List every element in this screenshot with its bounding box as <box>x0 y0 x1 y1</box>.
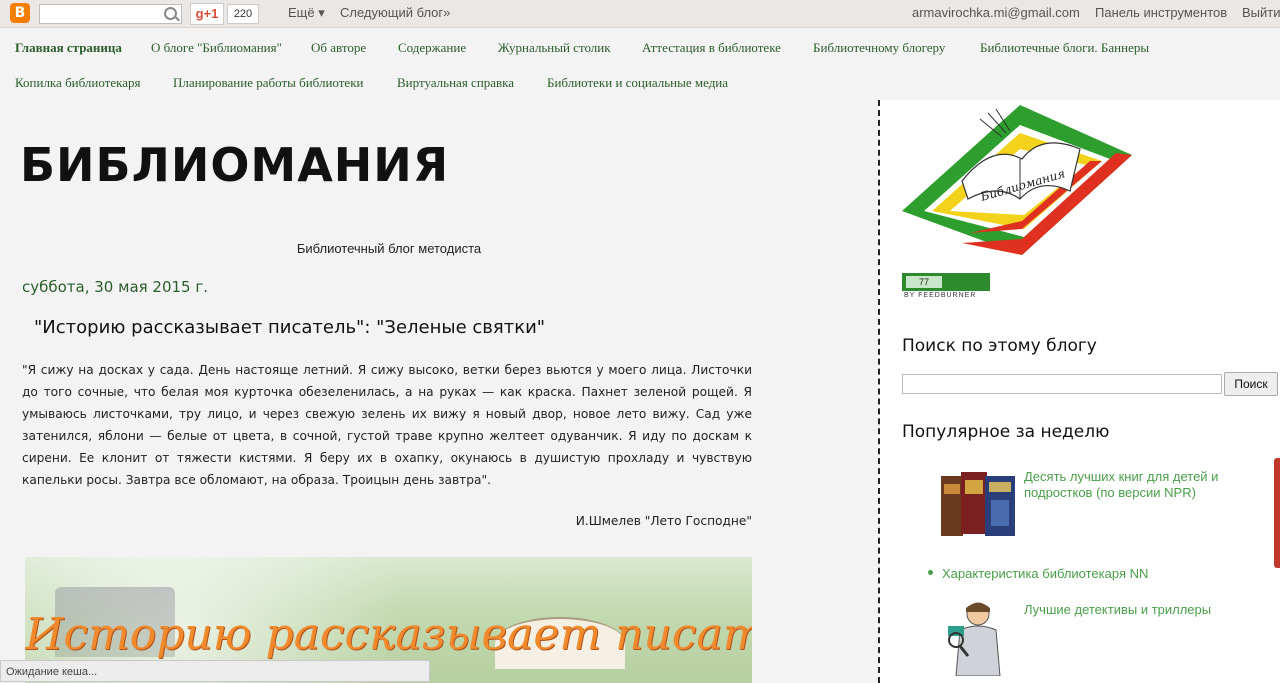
popular-widget-title: Популярное за неделю <box>902 422 1110 442</box>
feedburner-label: BY FEEDBURNER <box>904 292 977 299</box>
tab-about-blog[interactable]: О блоге "Библиомания" <box>151 40 282 56</box>
feedburner-counter[interactable]: 77 BY FEEDBURNER <box>902 273 990 299</box>
blog-title[interactable]: БИБЛИОМАНИЯ <box>20 138 449 192</box>
page-tabs: Главная страница О блоге "Библиомания" О… <box>0 28 1280 100</box>
post-signature: И.Шмелев "Лето Господне" <box>575 514 752 528</box>
more-menu[interactable]: Ещё ▾ <box>288 5 325 21</box>
right-edge-widget[interactable] <box>1274 458 1280 568</box>
tab-planning[interactable]: Планирование работы библиотеки <box>173 75 363 91</box>
gplus-button[interactable]: g+1 <box>190 3 224 25</box>
dashboard-link[interactable]: Панель инструментов <box>1095 5 1227 20</box>
tab-about-author[interactable]: Об авторе <box>311 40 366 56</box>
list-bullet <box>928 570 933 575</box>
feed-count: 77 <box>906 276 942 288</box>
tab-library-blogs[interactable]: Библиотечные блоги. Баннеры <box>980 40 1149 56</box>
tab-social-media[interactable]: Библиотеки и социальные медиа <box>547 75 728 91</box>
tab-journal-table[interactable]: Журнальный столик <box>498 40 611 56</box>
sidebar: Библиомания 77 BY FEEDBURNER Поиск по эт… <box>878 100 1280 683</box>
popular-thumbnail-books[interactable] <box>941 470 1017 538</box>
popular-link-2[interactable]: Характеристика библиотекаря NN <box>942 566 1242 582</box>
search-icon[interactable] <box>164 7 177 20</box>
popular-thumbnail-detective[interactable] <box>944 600 1004 676</box>
tab-home[interactable]: Главная страница <box>15 40 122 56</box>
post-image-caption: Историю рассказывает писатель! <box>25 609 752 660</box>
search-widget-title: Поиск по этому блогу <box>902 336 1097 356</box>
post-body: "Я сижу на досках у сада. День настояще … <box>22 363 752 487</box>
tab-attestation[interactable]: Аттестация в библиотеке <box>642 40 781 56</box>
tab-virtual-reference[interactable]: Виртуальная справка <box>397 75 514 91</box>
blog-description: Библиотечный блог методиста <box>296 241 482 256</box>
browser-status-bar: Ожидание кеша... <box>0 660 430 682</box>
popular-link-1[interactable]: Десять лучших книг для детей и подростко… <box>1024 469 1244 501</box>
tab-contents[interactable]: Содержание <box>398 40 466 56</box>
blogger-logo-icon[interactable]: B <box>10 3 30 23</box>
post-title[interactable]: "Историю рассказывает писатель": "Зелены… <box>34 317 545 338</box>
tab-library-blogger[interactable]: Библиотечному блогеру <box>813 40 945 56</box>
blog-search-button[interactable]: Поиск <box>1224 372 1278 396</box>
next-blog-link[interactable]: Следующий блог» <box>340 5 450 20</box>
user-email: armavirochka.mi@gmail.com <box>912 5 1080 20</box>
bibliomania-logo[interactable]: Библиомания <box>902 103 1132 255</box>
post-date: суббота, 30 мая 2015 г. <box>22 278 209 296</box>
popular-link-3[interactable]: Лучшие детективы и триллеры <box>1024 602 1244 618</box>
blogger-navbar: B g+1 220 Ещё ▾ Следующий блог» armaviro… <box>0 0 1280 28</box>
tab-librarian-box[interactable]: Копилка библиотекаря <box>15 75 141 91</box>
gplus-count: 220 <box>227 4 259 24</box>
signout-link[interactable]: Выйти <box>1242 5 1280 20</box>
blog-search-input[interactable] <box>902 374 1222 394</box>
navbar-search-input[interactable] <box>39 4 182 24</box>
